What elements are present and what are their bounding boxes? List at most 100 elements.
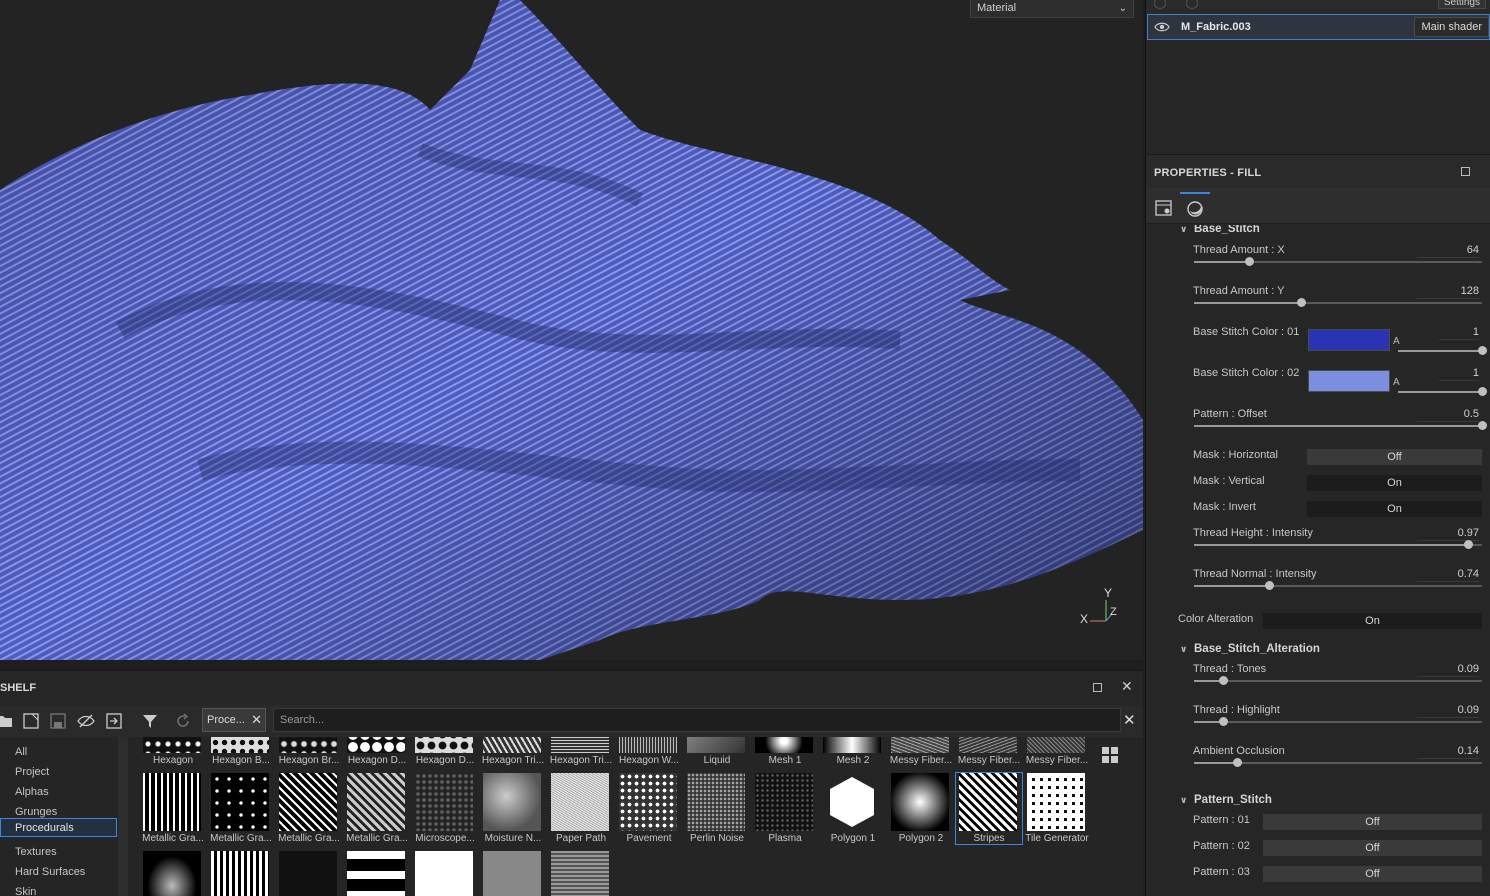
param-value[interactable]: 0.74 xyxy=(1417,568,1479,582)
shelf-item[interactable]: Metallic Gra... xyxy=(276,773,342,844)
new-folder-icon[interactable] xyxy=(22,712,40,730)
param-value[interactable]: 0.09 xyxy=(1417,663,1479,677)
shelf-item[interactable]: Mesh 2 xyxy=(820,737,886,766)
shelf-item[interactable]: Plasma xyxy=(752,773,818,844)
hide-icon[interactable] xyxy=(77,712,95,730)
shelf-item[interactable] xyxy=(344,851,410,896)
shelf-item[interactable]: Tile Generator xyxy=(1024,773,1090,844)
main-shader-button[interactable]: Main shader xyxy=(1414,17,1489,37)
toggle-button[interactable]: Off xyxy=(1263,814,1482,830)
folder-icon[interactable] xyxy=(0,712,14,730)
import-icon[interactable] xyxy=(105,712,123,730)
toggle-button[interactable]: Off xyxy=(1307,449,1482,465)
close-icon[interactable]: ✕ xyxy=(1121,678,1133,695)
scrollbar[interactable] xyxy=(118,737,128,896)
category-textures[interactable]: Textures xyxy=(0,843,117,862)
color-swatch[interactable] xyxy=(1308,370,1390,392)
shelf-item[interactable]: Polygon 1 xyxy=(820,773,886,844)
shelf-item[interactable] xyxy=(480,851,546,896)
shelf-item[interactable]: Metallic Gra... xyxy=(344,773,410,844)
close-icon[interactable]: ✕ xyxy=(251,712,262,728)
category-all[interactable]: All xyxy=(0,743,117,762)
param-value[interactable]: 128 xyxy=(1417,285,1479,299)
material-dropdown[interactable]: Material ⌄ xyxy=(970,0,1134,18)
shelf-item[interactable]: Hexagon D... xyxy=(344,737,410,766)
slider[interactable] xyxy=(1194,540,1482,549)
slider-handle[interactable] xyxy=(1264,581,1274,590)
toggle-button[interactable]: Off xyxy=(1263,840,1482,856)
material-row[interactable]: M_Fabric.003 Main shader xyxy=(1147,14,1490,40)
clear-search-icon[interactable]: ✕ xyxy=(1123,711,1136,729)
slider[interactable] xyxy=(1194,298,1482,307)
slider[interactable] xyxy=(1194,717,1482,726)
shelf-item[interactable]: Hexagon Br... xyxy=(276,737,342,766)
shelf-item[interactable]: Hexagon Tri... xyxy=(548,737,614,766)
refresh-icon[interactable] xyxy=(174,712,192,730)
shelf-item[interactable]: Hexagon W... xyxy=(616,737,682,766)
slider[interactable] xyxy=(1194,758,1482,767)
slider-handle[interactable] xyxy=(1478,421,1487,430)
param-value[interactable]: 0.5 xyxy=(1417,408,1479,422)
param-value[interactable]: 64 xyxy=(1417,244,1479,258)
slider-handle[interactable] xyxy=(1233,758,1243,767)
settings-button[interactable]: Settings xyxy=(1437,0,1486,9)
lock-icon[interactable] xyxy=(1154,0,1166,9)
slider-handle[interactable] xyxy=(1296,298,1306,307)
slider[interactable] xyxy=(1194,676,1482,685)
toggle-button[interactable]: On xyxy=(1307,475,1482,491)
popout-icon[interactable] xyxy=(1461,167,1470,176)
category-alphas[interactable]: Alphas xyxy=(0,783,117,802)
category-hard-surfaces[interactable]: Hard Surfaces xyxy=(0,863,117,882)
slider[interactable] xyxy=(1194,421,1487,430)
param-value[interactable]: 0.97 xyxy=(1417,527,1479,541)
shelf-item[interactable]: Mesh 1 xyxy=(752,737,818,766)
slider-handle[interactable] xyxy=(1218,676,1228,685)
color-swatch[interactable] xyxy=(1308,329,1390,351)
shelf-item[interactable]: Microscope... xyxy=(412,773,478,844)
slider[interactable] xyxy=(1398,346,1487,355)
toggle-button[interactable]: On xyxy=(1307,501,1482,517)
eye-icon[interactable] xyxy=(1154,20,1170,34)
shelf-item[interactable]: Messy Fiber... xyxy=(888,737,954,766)
save-icon[interactable] xyxy=(49,712,67,730)
shelf-item[interactable] xyxy=(412,851,478,896)
slider[interactable] xyxy=(1398,387,1487,396)
shelf-item[interactable]: Hexagon D... xyxy=(412,737,478,766)
breadcrumb-filter[interactable]: Proce... ✕ xyxy=(202,708,266,732)
shelf-item[interactable] xyxy=(208,851,274,896)
shelf-item[interactable]: Moisture N... xyxy=(480,773,546,844)
shelf-item[interactable] xyxy=(548,851,614,896)
slider-handle[interactable] xyxy=(1218,717,1228,726)
grid-view-icon[interactable] xyxy=(1102,747,1118,763)
shelf-item[interactable] xyxy=(140,851,206,896)
shelf-item[interactable]: Hexagon B... xyxy=(208,737,274,766)
slider[interactable] xyxy=(1194,257,1482,266)
slider-handle[interactable] xyxy=(1478,346,1487,355)
slider-handle[interactable] xyxy=(1478,387,1487,396)
slider-handle[interactable] xyxy=(1463,540,1473,549)
shelf-item[interactable]: Metallic Gra... xyxy=(140,773,206,844)
tab-material[interactable] xyxy=(1180,192,1210,222)
shelf-item[interactable]: Perlin Noise xyxy=(684,773,750,844)
param-value[interactable]: 1 xyxy=(1439,367,1479,381)
popout-icon[interactable] xyxy=(1093,683,1102,692)
shelf-item[interactable]: Liquid xyxy=(684,737,750,766)
slider-handle[interactable] xyxy=(1244,257,1254,266)
history-icon[interactable] xyxy=(1186,0,1198,9)
shelf-item[interactable]: Polygon 2 xyxy=(888,773,954,844)
param-value[interactable]: 0.14 xyxy=(1417,745,1479,759)
3d-viewport[interactable]: Material ⌄ Y X Z xyxy=(0,0,1143,660)
category-skin[interactable]: Skin xyxy=(0,883,117,896)
toggle-button[interactable]: Off xyxy=(1263,866,1482,882)
category-project[interactable]: Project xyxy=(0,763,117,782)
shelf-item[interactable]: Pavement xyxy=(616,773,682,844)
search-input[interactable]: Search... xyxy=(273,708,1121,732)
slider[interactable] xyxy=(1194,581,1482,590)
shelf-item[interactable]: Hexagon xyxy=(140,737,206,766)
shelf-item[interactable]: Paper Path xyxy=(548,773,614,844)
shelf-item[interactable]: Metallic Gra... xyxy=(208,773,274,844)
toggle-button[interactable]: On xyxy=(1263,613,1482,629)
param-value[interactable]: 0.09 xyxy=(1417,704,1479,718)
category-procedurals[interactable]: Procedurals xyxy=(0,818,117,837)
filter-icon[interactable] xyxy=(141,712,159,730)
